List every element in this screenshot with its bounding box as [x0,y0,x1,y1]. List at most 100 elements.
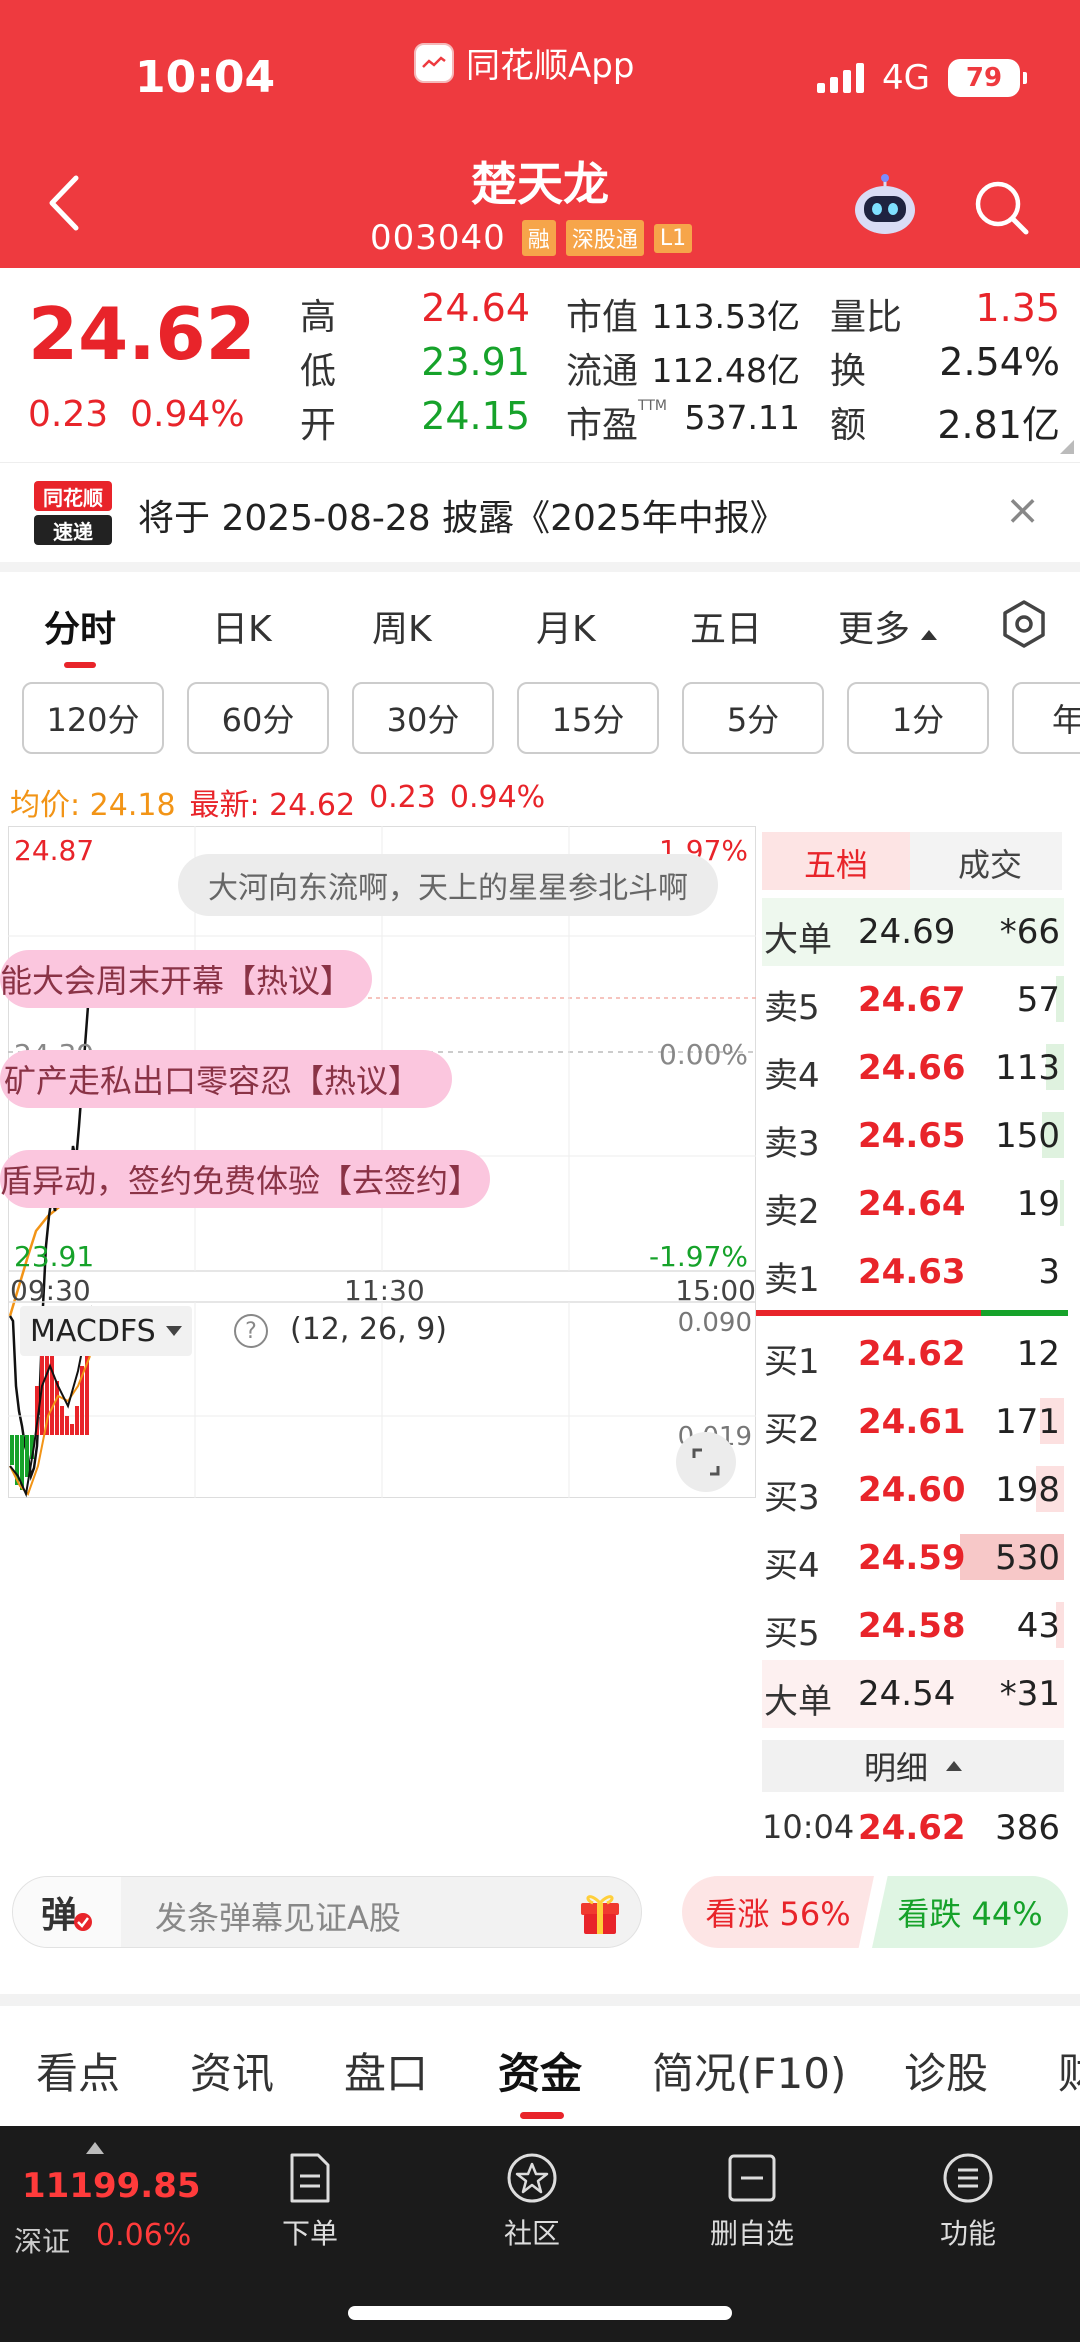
tab-intraday[interactable]: 分时 [44,600,116,652]
order-book-tabs: 五档 成交 [762,832,1062,890]
bid-ask-divider [756,1310,1068,1316]
trade-detail-toggle[interactable]: 明细 [762,1740,1064,1792]
latest-price-label: 最新: 24.62 [189,788,356,823]
search-button[interactable] [972,178,1032,238]
tab-f10-profile[interactable]: 简况(F10) [652,2040,846,2101]
nav-functions-label: 功能 [939,2217,996,2250]
ask-row-1: 卖1 24.63 3 [764,1252,1060,1300]
interval-30m[interactable]: 30分 [352,682,494,754]
header: 10:04 同花顺App 4G 79 楚天龙 003040 融 深股通 L1 [0,0,1080,268]
tab-news[interactable]: 资讯 [190,2040,274,2101]
active-subtab-indicator [520,2112,564,2119]
connect-tag: 深股通 [565,220,644,256]
search-icon [975,181,1029,235]
danmaku-toggle[interactable]: 弹 [13,1877,121,1947]
pe-value: 537.11 [684,398,800,437]
vote-up-button[interactable]: 看涨 56% [682,1876,874,1948]
interval-year[interactable]: 年 [1012,682,1080,754]
high-value: 24.64 [421,286,530,330]
index-percent: 0.06% [96,2218,192,2253]
amount-label: 额 [830,405,867,446]
interval-120m[interactable]: 120分 [22,682,164,754]
danmaku-hot-2[interactable]: 矿产走私出口零容忍【热议】 [0,1050,452,1108]
interval-60m[interactable]: 60分 [187,682,329,754]
nav-place-order[interactable]: 下单 [250,2152,370,2252]
interval-1m[interactable]: 1分 [847,682,989,754]
tab-weekly-k[interactable]: 周K [372,600,432,652]
nav-community[interactable]: 社区 [472,2152,592,2252]
open-label: 开 [300,405,337,446]
tab-five-day[interactable]: 五日 [690,600,762,652]
express-logo: 同花顺 速递 [34,479,112,547]
tab-diagnosis[interactable]: 诊股 [904,2040,988,2101]
pe-ttm-sup: TTM [638,398,667,414]
gift-icon[interactable] [575,1887,625,1941]
ask-row-2: 卖2 24.64 19 [762,1170,1064,1238]
interval-pills: 120分 60分 30分 15分 5分 1分 年 [0,682,1080,758]
tab-trades[interactable]: 成交 [958,840,1022,886]
tab-monthly-k[interactable]: 月K [536,600,596,652]
tab-capital[interactable]: 资金 [498,2040,582,2101]
nav-remove-watchlist[interactable]: 删自选 [692,2152,812,2252]
intraday-chart[interactable]: 24.87 1.97% 24.39 0.00% 23.91 -1.97% 09:… [0,826,756,1498]
app-logo-icon [414,42,454,83]
express-logo-line1: 同花顺 [43,486,103,510]
nav-functions[interactable]: 功能 [908,2152,1028,2252]
app-name: 同花顺App [466,46,635,86]
danmaku-hot-3[interactable]: 盾异动，签约免费体验【去签约】 [0,1150,490,1208]
change-value: 0.23 [28,394,109,435]
help-icon[interactable]: ? [234,1314,268,1348]
tab-daily-k[interactable]: 日K [212,600,272,652]
home-indicator[interactable] [348,2306,732,2320]
amount-value: 2.81亿 [937,403,1060,447]
level-tag: L1 [653,223,693,253]
danmaku-toggle-text: 弹 [40,1895,77,1936]
mktcap-value: 113.53亿 [651,297,800,336]
macd-selector[interactable]: MACDFS [20,1306,192,1356]
vote-down-button[interactable]: 看跌 44% [872,1876,1068,1948]
signal-icon [817,63,865,93]
assistant-robot-icon[interactable] [850,174,920,238]
chart-x-end: 15:00 [675,1274,756,1307]
tab-order-flow[interactable]: 盘口 [344,2040,428,2101]
ask-row-5: 卖5 24.67 57 [762,966,1064,1034]
pe-label: 市盈TTM [566,398,667,446]
tab-more[interactable]: 更多 [838,600,938,652]
fullscreen-icon [692,1448,720,1476]
order-document-icon [290,2153,330,2203]
danmaku-bubble[interactable]: 大河向东流啊，天上的星星参北斗啊 [178,854,718,916]
tab-highlights[interactable]: 看点 [36,2040,120,2101]
battery-icon: 79 [948,59,1027,97]
status-indicators: 4G 79 [817,58,1027,98]
ask-row-4: 卖4 24.66 113 [762,1034,1064,1102]
float-label: 流通 [566,351,639,392]
chart-tabs: 分时 日K 周K 月K 五日 更多 [0,580,1080,670]
tab-finance[interactable]: 财 [1058,2040,1080,2101]
danmaku-input-field[interactable]: 弹 发条弹幕见证A股 [12,1876,642,1948]
interval-5m[interactable]: 5分 [682,682,824,754]
last-price: 24.62 [28,292,256,376]
macd-label: MACDFS [30,1313,156,1349]
interval-15m[interactable]: 15分 [517,682,659,754]
expand-corner-icon[interactable] [1060,440,1074,454]
margin-tag: 融 [521,220,556,256]
nav-place-order-label: 下单 [281,2217,338,2250]
bid-row-2: 买2 24.61 171 [762,1388,1064,1456]
volratio-value: 1.35 [975,286,1060,330]
nav-community-label: 社区 [503,2217,560,2250]
danmaku-hot-1[interactable]: 能大会周末开幕【热议】 [0,950,372,1008]
stock-code: 003040 [370,218,506,258]
express-logo-line2: 速递 [53,520,93,544]
announcement-banner[interactable]: 同花顺 速递 将于 2025-08-28 披露《2025年中报》 × [0,462,1080,562]
close-icon[interactable]: × [1005,485,1040,534]
price-change: 0.23 0.94% [28,394,245,435]
volratio-label: 量比 [830,297,903,338]
chart-settings-button[interactable] [998,598,1050,650]
caret-up-icon [921,630,938,640]
low-value: 23.91 [421,340,530,384]
info-tabs: 看点 资讯 盘口 资金 简况(F10) 诊股 财 [0,2006,1080,2126]
fullscreen-button[interactable] [676,1432,736,1492]
big-buy-row: 大单 24.54 *31 [762,1660,1064,1728]
tab-five-levels[interactable]: 五档 [804,840,868,886]
active-tab-indicator [64,662,96,668]
